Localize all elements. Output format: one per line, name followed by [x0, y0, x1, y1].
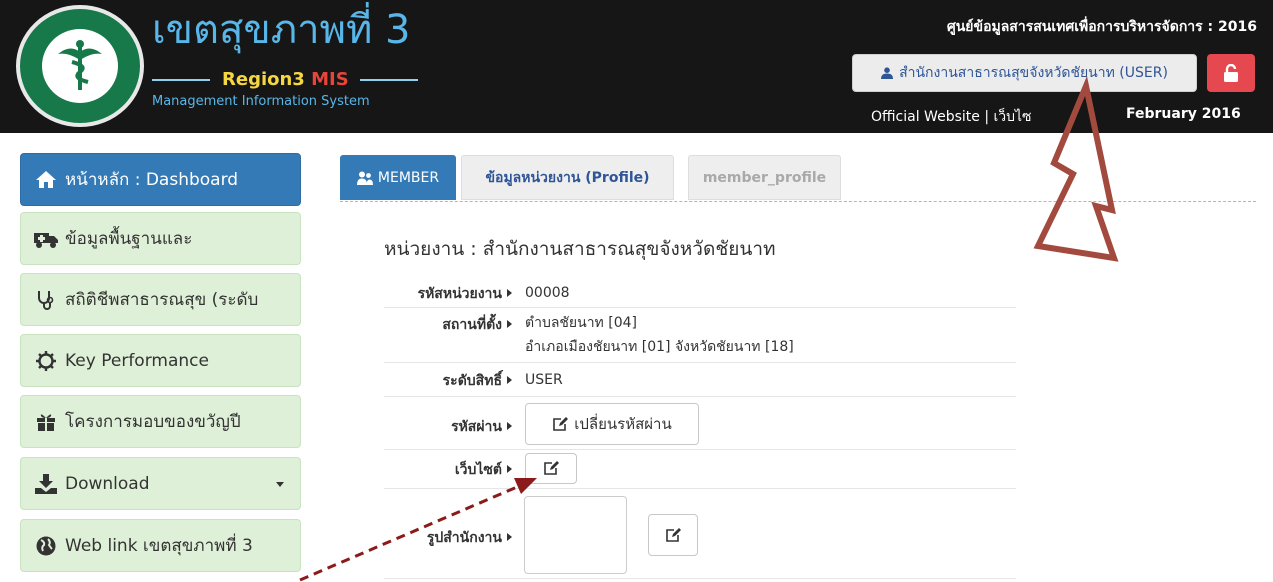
- cog-icon: [34, 350, 58, 371]
- brand-subtitle: Region3 MIS: [152, 68, 418, 92]
- tab-member[interactable]: MEMBER: [340, 155, 456, 200]
- section-divider: [340, 201, 1256, 202]
- website-label: เว็บไซต์: [384, 459, 512, 481]
- sidebar-item-label: โครงการมอบของขวัญปี: [65, 412, 241, 432]
- edit-website-button[interactable]: [525, 453, 577, 484]
- sidebar-item-label: Key Performance: [65, 350, 209, 371]
- sidebar-item-label: Web link เขตสุขภาพที่ 3: [65, 536, 253, 556]
- tab-profile[interactable]: ข้อมูลหน่วยงาน (Profile): [461, 155, 674, 200]
- edit-icon: [553, 416, 569, 431]
- sidebar-item-label: ข้อมูลพื้นฐานและ: [65, 229, 193, 249]
- sidebar-item-web-link[interactable]: Web link เขตสุขภาพที่ 3: [20, 519, 301, 572]
- unlock-icon: [1224, 64, 1238, 82]
- user-account-button[interactable]: สำนักงานสาธารณสุขจังหวัดชัยนาท (USER): [852, 54, 1197, 92]
- unit-code-value: 00008: [525, 285, 570, 301]
- gift-icon: [34, 412, 58, 431]
- divider: [384, 362, 1016, 363]
- sidebar-item-label: Download: [65, 473, 150, 494]
- divider: [384, 578, 1016, 579]
- top-header: เขตสุขภาพที่ 3 Region3 MIS Management In…: [0, 0, 1273, 133]
- divider: [384, 396, 1016, 397]
- sidebar-item-dashboard[interactable]: หน้าหลัก : Dashboard: [20, 153, 301, 206]
- sidebar-item-gift-project[interactable]: โครงการมอบของขวัญปี: [20, 395, 301, 448]
- official-website-link[interactable]: Official Website | เว็บไซ: [871, 109, 1032, 125]
- tab-member-profile: member_profile: [688, 155, 841, 200]
- ministry-seal-logo[interactable]: [16, 5, 144, 127]
- access-level-value: USER: [525, 372, 563, 388]
- tab-profile-label: ข้อมูลหน่วยงาน (Profile): [485, 169, 650, 186]
- sidebar-item-key-performance[interactable]: Key Performance: [20, 334, 301, 387]
- tab-member-profile-label: member_profile: [702, 169, 827, 186]
- ambulance-icon: [34, 230, 58, 248]
- current-date: February 2016: [1126, 106, 1241, 122]
- tab-member-label: MEMBER: [377, 169, 440, 186]
- header-links: Official Website | เว็บไซ February 2016: [871, 106, 1241, 128]
- sidebar-item-label: หน้าหลัก : Dashboard: [65, 170, 239, 190]
- location-line-1: ตำบลชัยนาท [04]: [525, 315, 637, 331]
- user-icon: [881, 67, 894, 79]
- system-title: ศูนย์ข้อมูลสารสนเทศเพื่อการบริหารจัดการ …: [946, 19, 1257, 35]
- brand-region: Region3: [222, 69, 312, 90]
- chevron-down-icon: [276, 482, 284, 487]
- brand-title: เขตสุขภาพที่ 3: [152, 7, 411, 53]
- caduceus-icon: [58, 40, 102, 90]
- change-password-label: เปลี่ยนรหัสผ่าน: [574, 415, 672, 433]
- brand-mis: MIS: [311, 69, 349, 90]
- divider: [384, 449, 1016, 450]
- sidebar-item-vital-stats[interactable]: สถิติชีพสาธารณสุข (ระดับ: [20, 273, 301, 326]
- divider: [384, 488, 1016, 489]
- page-title: หน่วยงาน : สำนักงานสาธารณสุขจังหวัดชัยนา…: [384, 238, 776, 260]
- unit-code-label: รหัสหน่วยงาน: [384, 283, 512, 305]
- sidebar-item-label: สถิติชีพสาธารณสุข (ระดับ: [65, 290, 259, 310]
- home-icon: [34, 171, 58, 188]
- location-label: สถานที่ตั้ง: [384, 314, 512, 336]
- edit-photo-button[interactable]: [648, 514, 698, 556]
- password-label: รหัสผ่าน: [384, 416, 512, 438]
- users-icon: [356, 171, 373, 185]
- change-password-button[interactable]: เปลี่ยนรหัสผ่าน: [525, 403, 699, 445]
- sidebar-item-basic-data[interactable]: ข้อมูลพื้นฐานและ: [20, 212, 301, 265]
- office-photo: [524, 496, 627, 574]
- user-account-label: สำนักงานสาธารณสุขจังหวัดชัยนาท (USER): [899, 65, 1168, 81]
- edit-icon: [544, 461, 559, 475]
- logout-button[interactable]: [1207, 54, 1255, 92]
- office-photo-label: รูปสำนักงาน: [384, 527, 512, 549]
- download-icon: [34, 473, 58, 494]
- globe-icon: [34, 536, 58, 556]
- divider: [384, 307, 1016, 308]
- location-line-2: อำเภอเมืองชัยนาท [01] จังหวัดชัยนาท [18]: [525, 339, 794, 355]
- stethoscope-icon: [34, 290, 58, 310]
- brand-tagline: Management Information System: [152, 94, 370, 109]
- sidebar-item-download[interactable]: Download: [20, 457, 301, 510]
- edit-icon: [666, 527, 681, 542]
- access-level-label: ระดับสิทธิ์: [384, 370, 512, 392]
